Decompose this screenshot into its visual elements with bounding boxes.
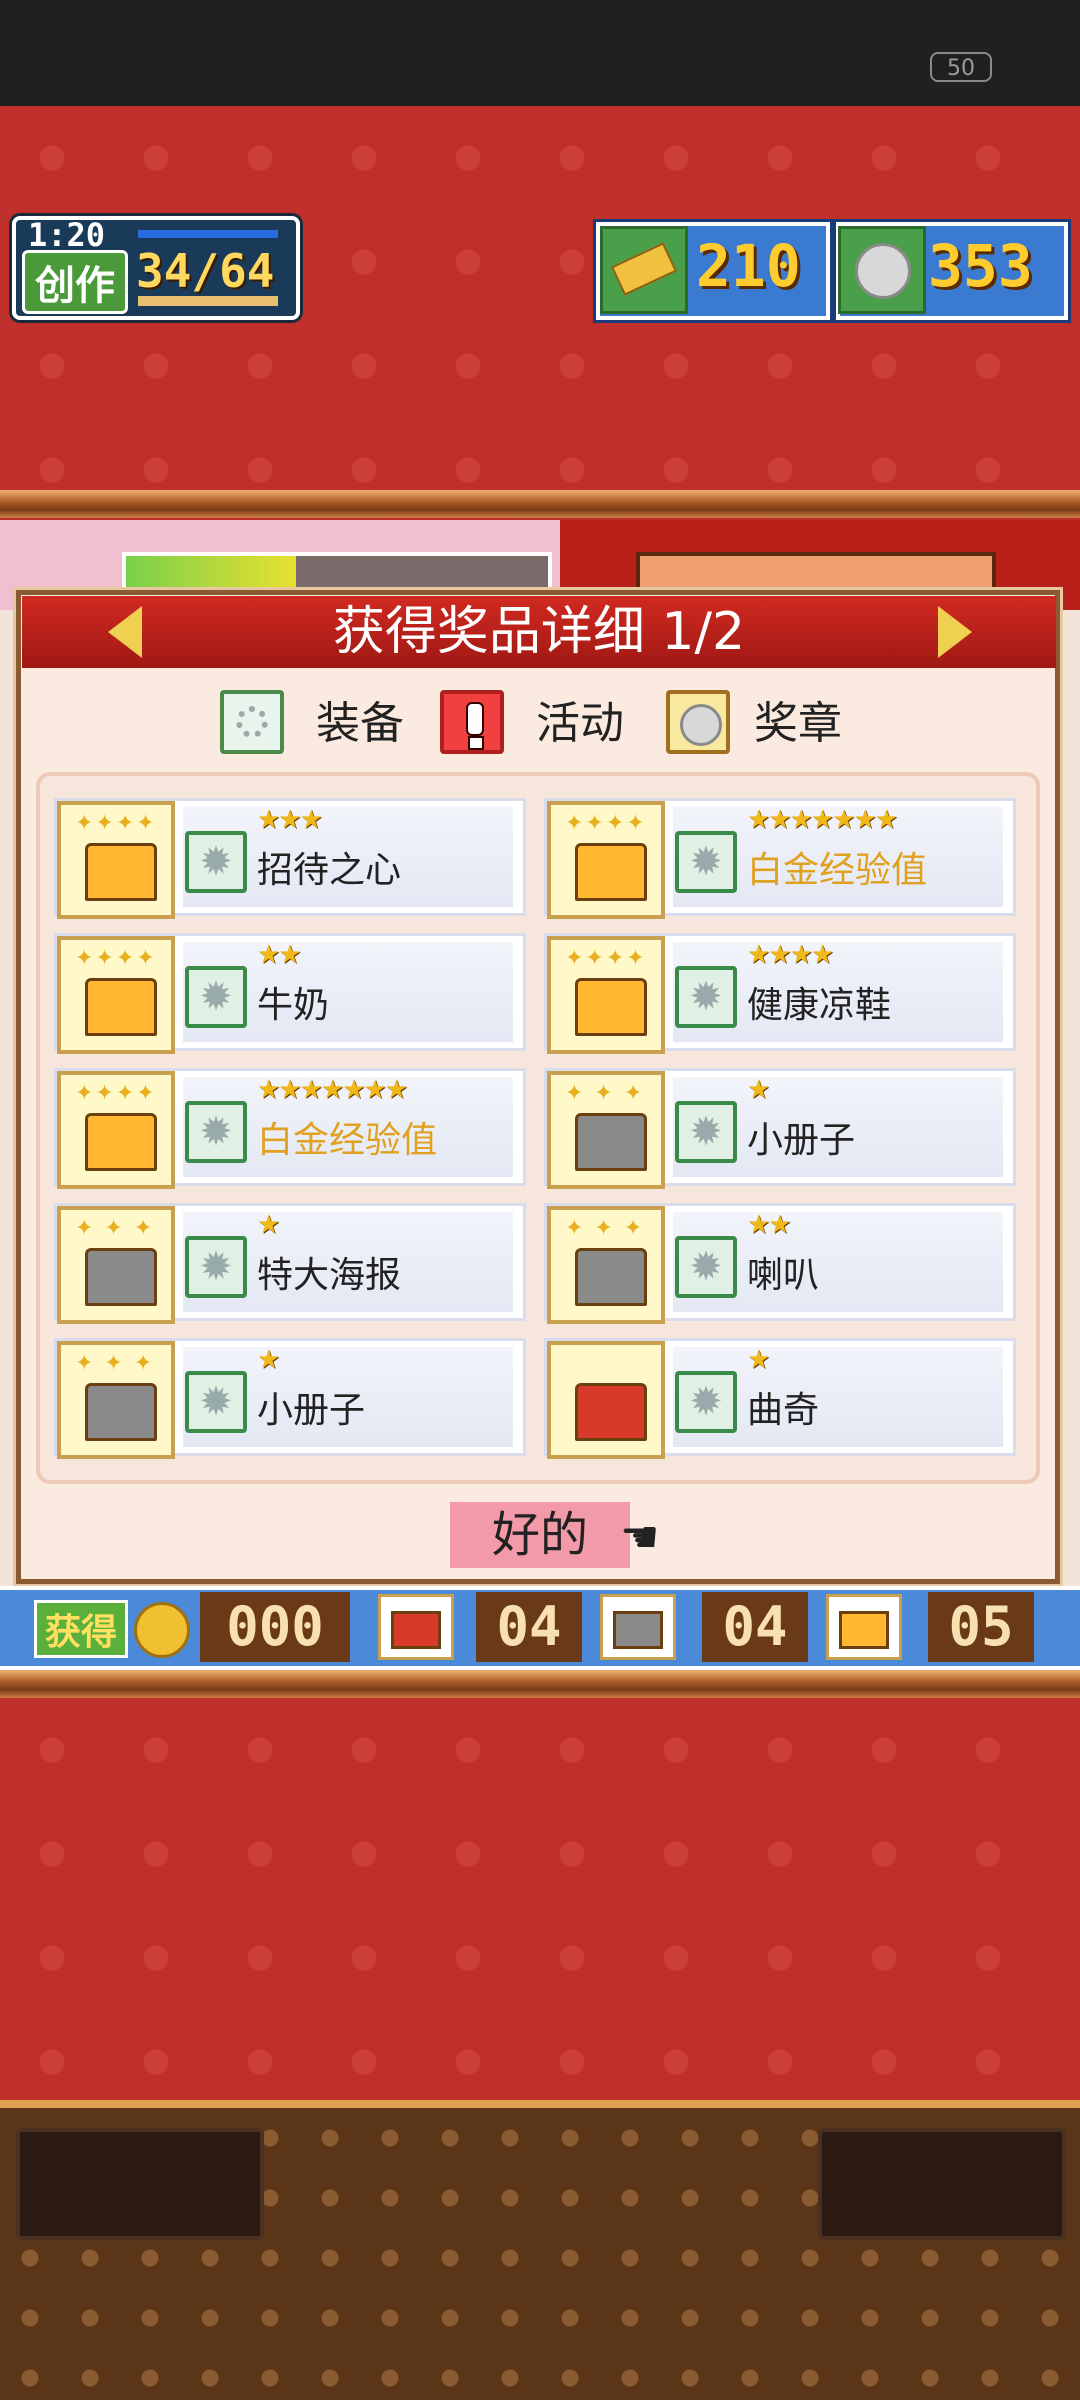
gold-chest-icon xyxy=(826,1594,902,1660)
next-page-arrow-icon[interactable] xyxy=(938,606,972,658)
silver-medal-icon xyxy=(838,226,926,314)
previous-page-arrow-icon[interactable] xyxy=(108,606,142,658)
prize-name: 小册子 xyxy=(257,1390,366,1431)
rarity-stars: ★★ xyxy=(257,940,302,970)
rarity-stars: ★ xyxy=(747,1345,770,1375)
prize-name: 小册子 xyxy=(747,1120,856,1161)
progress-count: 34/64 xyxy=(136,244,275,298)
rarity-stars: ★★★ xyxy=(257,805,323,835)
gear-icon: ✹ xyxy=(185,966,247,1028)
dialog-title: 获得奖品详细 1/2 xyxy=(332,602,746,662)
prize-item[interactable]: ✦ ✦ ✦ ✹ ★ 小册子 xyxy=(544,1068,1016,1189)
prize-name: 牛奶 xyxy=(257,985,330,1026)
prize-item[interactable]: ✦ ✦ ✦ ✹ ★ 小册子 xyxy=(54,1338,526,1459)
floor-panel-right xyxy=(818,2128,1066,2240)
gear-icon: ✹ xyxy=(675,966,737,1028)
battery-indicator: 50 xyxy=(930,52,992,82)
rarity-stars: ★★★★★★★ xyxy=(257,1075,408,1105)
prize-item[interactable]: ✹ ★ 曲奇 xyxy=(544,1338,1016,1459)
silver-chest-icon: ✦ ✦ ✦ xyxy=(57,1206,175,1324)
red-chest-count: 04 xyxy=(476,1592,582,1662)
medal-currency-value: 353 xyxy=(928,232,1033,300)
prize-name: 招待之心 xyxy=(257,850,402,891)
gear-icon: ✹ xyxy=(185,1236,247,1298)
rarity-stars: ★ xyxy=(257,1345,280,1375)
gold-bar-icon xyxy=(600,226,688,314)
gear-icon: ✹ xyxy=(675,1371,737,1433)
medal-icon xyxy=(666,690,730,754)
time-label: 1:20 xyxy=(28,216,106,254)
prize-item[interactable]: ✦✦✦✦ ✹ ★★★ 招待之心 xyxy=(54,798,526,919)
silver-chest-icon xyxy=(600,1594,676,1660)
legend-label-event: 活动 xyxy=(536,698,624,749)
gold-currency-value: 210 xyxy=(696,232,801,300)
exclamation-icon xyxy=(440,690,504,754)
prize-item[interactable]: ✦ ✦ ✦ ✹ ★ 特大海报 xyxy=(54,1203,526,1324)
prize-name: 特大海报 xyxy=(257,1255,402,1296)
ok-button[interactable]: 好的 xyxy=(450,1502,630,1568)
gear-icon: ✹ xyxy=(675,1236,737,1298)
progress-bar-fill xyxy=(138,296,278,306)
coin-icon xyxy=(134,1602,190,1658)
mode-label: 创作 xyxy=(22,250,128,314)
prize-item[interactable]: ✦ ✦ ✦ ✹ ★★ 喇叭 xyxy=(544,1203,1016,1324)
prize-item[interactable]: ✦✦✦✦ ✹ ★★★★ 健康凉鞋 xyxy=(544,933,1016,1054)
prize-name: 白金经验值 xyxy=(747,850,928,891)
pointing-hand-icon: ☚ xyxy=(620,1512,660,1563)
gold-chest-icon: ✦✦✦✦ xyxy=(547,801,665,919)
gear-icon: ✹ xyxy=(185,1371,247,1433)
gear-icon: ✹ xyxy=(675,831,737,893)
prize-name: 喇叭 xyxy=(747,1255,820,1296)
silver-chest-icon: ✦ ✦ ✦ xyxy=(57,1341,175,1459)
status-bar xyxy=(0,0,1080,106)
wall-rail xyxy=(0,490,1080,518)
time-bar xyxy=(138,230,278,238)
gear-icon: ✹ xyxy=(185,831,247,893)
prize-item[interactable]: ✦✦✦✦ ✹ ★★ 牛奶 xyxy=(54,933,526,1054)
gear-icon: ✹ xyxy=(185,1101,247,1163)
rarity-stars: ★★★★★★★ xyxy=(747,805,898,835)
rarity-stars: ★★★★ xyxy=(747,940,834,970)
gold-chest-icon: ✦✦✦✦ xyxy=(57,1071,175,1189)
gear-icon xyxy=(220,690,284,754)
prize-item[interactable]: ✦✦✦✦ ✹ ★★★★★★★ 白金经验值 xyxy=(54,1068,526,1189)
gold-chest-icon: ✦✦✦✦ xyxy=(57,801,175,919)
rarity-stars: ★ xyxy=(257,1210,280,1240)
red-chest-icon xyxy=(378,1594,454,1660)
red-chest-icon xyxy=(547,1341,665,1459)
legend-label-equipment: 装备 xyxy=(316,698,404,749)
gold-chest-icon: ✦✦✦✦ xyxy=(547,936,665,1054)
prize-item[interactable]: ✦✦✦✦ ✹ ★★★★★★★ 白金经验值 xyxy=(544,798,1016,919)
rarity-stars: ★★ xyxy=(747,1210,792,1240)
silver-chest-icon: ✦ ✦ ✦ xyxy=(547,1206,665,1324)
legend-label-medal: 奖章 xyxy=(754,698,842,749)
coin-count: 000 xyxy=(200,1592,350,1662)
bottom-wallpaper xyxy=(0,1698,1080,2100)
gold-chest-icon: ✦✦✦✦ xyxy=(57,936,175,1054)
silver-chest-icon: ✦ ✦ ✦ xyxy=(547,1071,665,1189)
prize-name: 白金经验值 xyxy=(257,1120,438,1161)
rarity-stars: ★ xyxy=(747,1075,770,1105)
prize-name: 曲奇 xyxy=(747,1390,820,1431)
wall-rail xyxy=(0,1670,1080,1698)
gear-icon: ✹ xyxy=(675,1101,737,1163)
gold-chest-count: 05 xyxy=(928,1592,1034,1662)
silver-chest-count: 04 xyxy=(702,1592,808,1662)
floor-panel-left xyxy=(16,2128,264,2240)
prize-name: 健康凉鞋 xyxy=(747,985,892,1026)
counter-label: 获得 xyxy=(34,1600,129,1658)
